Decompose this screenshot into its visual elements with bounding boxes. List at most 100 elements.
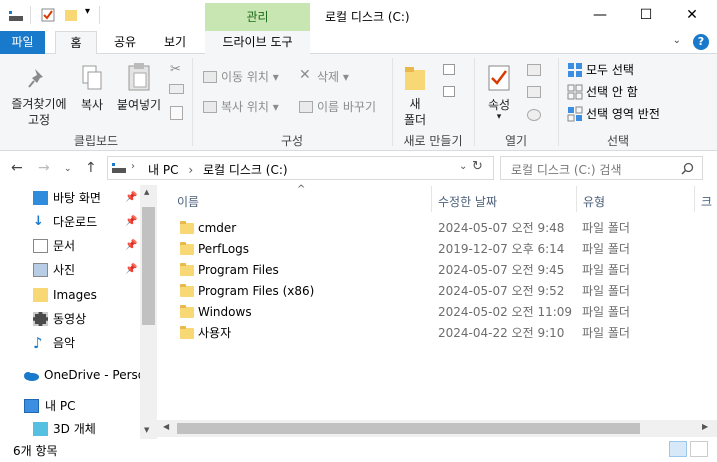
forward-button[interactable]: →: [38, 160, 50, 176]
column-header-modified[interactable]: 수정한 날짜: [438, 193, 497, 210]
paste-button[interactable]: 붙여넣기: [114, 96, 164, 113]
pin-icon[interactable]: 📌: [125, 235, 137, 257]
scroll-left-icon[interactable]: ◀: [163, 422, 169, 431]
new-folder-button[interactable]: 새 폴더: [400, 96, 430, 128]
cut-icon[interactable]: ✂: [170, 62, 181, 77]
move-to-button[interactable]: 이동 위치 ▾: [221, 67, 279, 87]
select-all-button[interactable]: 모두 선택: [586, 60, 634, 80]
nav-item-downloads[interactable]: ↓ 다운로드 📌: [0, 211, 140, 233]
chevron-down-icon[interactable]: ▾: [493, 112, 505, 122]
nav-item-images[interactable]: Images: [0, 284, 140, 306]
nav-item-this-pc[interactable]: 내 PC: [0, 395, 140, 417]
column-header-size[interactable]: 크: [701, 193, 712, 210]
open-icon[interactable]: [527, 64, 541, 76]
paste-shortcut-icon[interactable]: [170, 106, 183, 120]
breadcrumb-separator: ›: [188, 163, 194, 177]
nav-item-label: 사진: [53, 263, 76, 277]
music-icon: ♪: [33, 334, 43, 352]
nav-item-documents[interactable]: 문서 📌: [0, 235, 140, 257]
scroll-down-icon[interactable]: ▼: [144, 426, 149, 434]
recent-locations-button[interactable]: ⌄: [64, 164, 72, 174]
up-button[interactable]: ↑: [85, 160, 97, 176]
tab-file[interactable]: 파일: [0, 31, 45, 54]
pc-icon: [24, 399, 39, 413]
tab-view[interactable]: 보기: [155, 31, 195, 54]
details-view-icon[interactable]: [669, 441, 687, 457]
invert-selection-icon: [567, 106, 583, 122]
close-button[interactable]: ✕: [669, 0, 715, 30]
properties-big-icon: [488, 65, 510, 91]
navigation-pane-scroll-thumb[interactable]: [142, 207, 155, 325]
copy-to-button[interactable]: 복사 위치 ▾: [221, 97, 279, 117]
nav-item-label: 문서: [53, 239, 76, 253]
table-row[interactable]: PerfLogs 2019-12-07 오후 6:14 파일 폴더: [172, 239, 682, 260]
tab-drive-tools[interactable]: 드라이브 도구: [205, 31, 310, 54]
nav-item-label: Images: [53, 288, 97, 302]
nav-item-label: 동영상: [53, 312, 87, 326]
select-none-button[interactable]: 선택 안 함: [586, 82, 638, 102]
table-row[interactable]: 사용자 2024-04-22 오전 9:10 파일 폴더: [172, 323, 682, 344]
minimize-button[interactable]: —: [577, 0, 623, 30]
nav-item-desktop[interactable]: 바탕 화면 📌: [0, 187, 140, 209]
properties-button[interactable]: 속성: [481, 96, 517, 113]
pin-icon[interactable]: 📌: [125, 211, 137, 233]
folder-icon: [180, 305, 194, 318]
table-row[interactable]: Program Files 2024-05-07 오전 9:45 파일 폴더: [172, 260, 682, 281]
new-folder-icon[interactable]: [63, 7, 79, 23]
horizontal-scroll-thumb[interactable]: [177, 423, 640, 434]
table-row[interactable]: cmder 2024-05-07 오전 9:48 파일 폴더: [172, 218, 682, 239]
pin-icon[interactable]: 📌: [125, 259, 137, 281]
item-count: 6개 항목: [13, 444, 58, 458]
nav-item-videos[interactable]: 동영상: [0, 308, 140, 330]
address-bar[interactable]: › 내 PC › 로컬 디스크 (C:) ⌄ ↻: [107, 156, 494, 180]
column-header-type[interactable]: 유형: [583, 193, 605, 210]
history-icon[interactable]: [527, 109, 541, 121]
refresh-icon[interactable]: ↻: [472, 159, 483, 174]
pin-quick-access-button[interactable]: 즐겨찾기에 고정: [4, 96, 74, 128]
sort-ascending-icon: ^: [297, 184, 306, 195]
customize-qat-icon[interactable]: ▾: [85, 6, 90, 17]
file-type: 파일 폴더: [582, 242, 630, 256]
chevron-down-icon[interactable]: ⌄: [673, 35, 681, 46]
select-none-icon: [567, 84, 583, 100]
title-bar: ▾ 관리 로컬 디스크 (C:) — ☐ ✕: [0, 0, 717, 31]
nav-item-onedrive[interactable]: OneDrive - Person: [0, 364, 140, 386]
nav-item-3d-objects[interactable]: 3D 개체: [0, 418, 140, 440]
column-divider[interactable]: [431, 186, 432, 212]
scroll-right-icon[interactable]: ▶: [702, 422, 708, 431]
drive-icon[interactable]: [8, 7, 24, 23]
rename-button[interactable]: 이름 바꾸기: [317, 97, 376, 117]
tab-share[interactable]: 공유: [107, 31, 143, 54]
folder-icon: [33, 288, 48, 302]
copy-button[interactable]: 복사: [78, 96, 106, 113]
invert-selection-button[interactable]: 선택 영역 반전: [586, 104, 660, 124]
easy-access-icon[interactable]: [443, 86, 455, 97]
column-divider[interactable]: [694, 186, 695, 212]
nav-item-pictures[interactable]: 사진 📌: [0, 259, 140, 281]
back-button[interactable]: ←: [11, 160, 23, 176]
column-header-name[interactable]: 이름: [177, 193, 199, 210]
folder-icon: [180, 221, 194, 234]
search-box[interactable]: 로컬 디스크 (C:) 검색: [500, 156, 703, 180]
tab-home[interactable]: 홈: [55, 31, 97, 55]
3d-objects-icon: [33, 422, 48, 436]
new-item-icon[interactable]: [443, 64, 455, 75]
column-divider[interactable]: [576, 186, 577, 212]
clipboard-group-label: 클립보드: [73, 134, 119, 148]
help-icon[interactable]: ?: [693, 34, 709, 50]
nav-item-music[interactable]: ♪ 음악: [0, 332, 140, 354]
maximize-button[interactable]: ☐: [623, 0, 669, 30]
breadcrumb-root[interactable]: 내 PC: [148, 163, 178, 177]
address-dropdown-icon[interactable]: ⌄: [459, 161, 467, 172]
file-name: cmder: [198, 221, 237, 235]
properties-icon[interactable]: [40, 7, 56, 23]
table-row[interactable]: Program Files (x86) 2024-05-07 오전 9:52 파…: [172, 281, 682, 302]
breadcrumb-current[interactable]: 로컬 디스크 (C:): [203, 163, 288, 177]
table-row[interactable]: Windows 2024-05-02 오전 11:09 파일 폴더: [172, 302, 682, 323]
scroll-up-icon[interactable]: ▲: [144, 188, 149, 196]
copy-path-icon[interactable]: [169, 84, 184, 94]
delete-button[interactable]: 삭제 ▾: [317, 67, 349, 87]
edit-icon[interactable]: [527, 86, 541, 98]
large-icons-view-icon[interactable]: [690, 441, 708, 457]
pin-icon[interactable]: 📌: [125, 187, 137, 209]
